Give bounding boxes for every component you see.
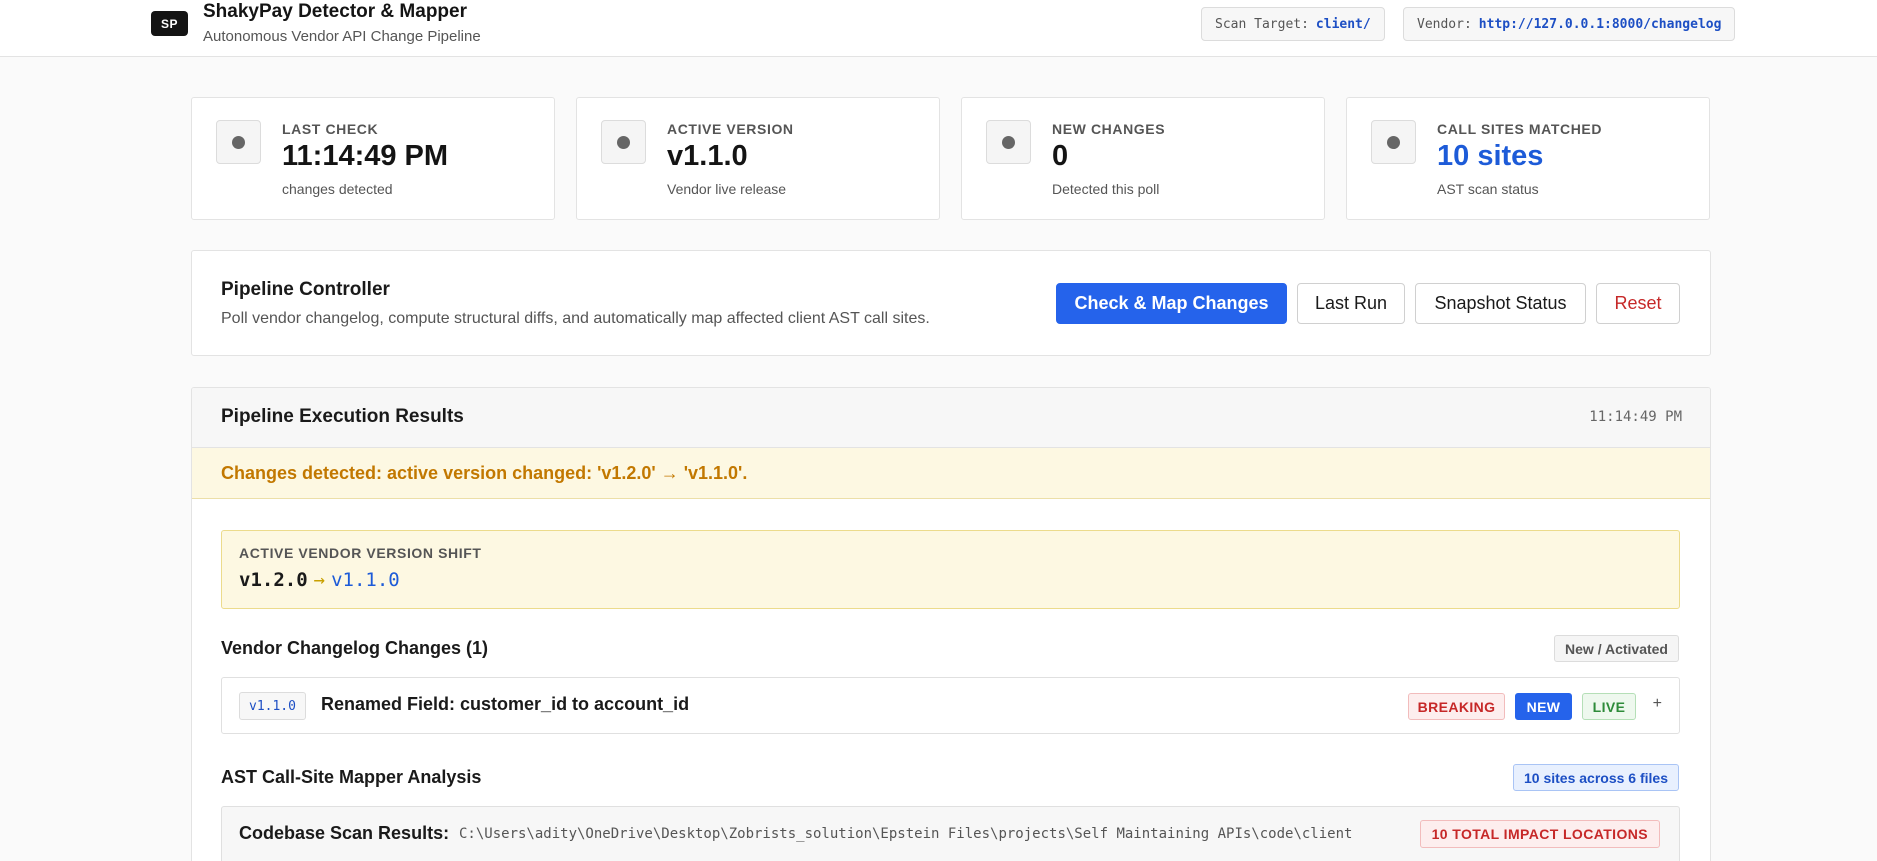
changes-detected-banner: Changes detected: active version changed… <box>192 448 1710 499</box>
top-header: SP ShakyPay Detector & Mapper Autonomous… <box>0 0 1877 57</box>
stat-sub: changes detected <box>282 181 393 197</box>
live-badge: LIVE <box>1582 693 1636 720</box>
change-version-chip: v1.1.0 <box>239 692 306 720</box>
stat-label: NEW CHANGES <box>1052 121 1166 137</box>
expand-plus-icon[interactable]: + <box>1653 695 1662 713</box>
changelog-section-title: Vendor Changelog Changes (1) <box>221 638 489 658</box>
stat-value: 11:14:49 PM <box>282 140 449 172</box>
vendor-label: Vendor: <box>1417 16 1472 32</box>
mapper-section-title: AST Call-Site Mapper Analysis <box>221 767 482 787</box>
version-shift-values: v1.2.0 → v1.1.0 <box>239 569 400 591</box>
app-logo: SP <box>151 11 188 36</box>
reset-button[interactable]: Reset <box>1596 283 1680 324</box>
stat-value: v1.1.0 <box>667 140 748 172</box>
last-run-button[interactable]: Last Run <box>1297 283 1405 324</box>
results-header: Pipeline Execution Results 11:14:49 PM <box>192 388 1710 448</box>
vendor-pill: Vendor: http://127.0.0.1:8000/changelog <box>1403 7 1736 41</box>
scan-target-label: Scan Target: <box>1215 16 1309 32</box>
stat-label: ACTIVE VERSION <box>667 121 794 137</box>
impact-locations-badge: 10 TOTAL IMPACT LOCATIONS <box>1419 820 1660 848</box>
status-dot-icon <box>601 120 646 164</box>
version-from: v1.2.0 <box>239 569 308 591</box>
controller-title: Pipeline Controller <box>221 279 390 300</box>
status-dot-icon <box>216 120 261 164</box>
stat-card-call-sites: CALL SITES MATCHED 10 sites AST scan sta… <box>1346 97 1710 220</box>
changelog-item[interactable]: v1.1.0 Renamed Field: customer_id to acc… <box>221 677 1680 734</box>
pipeline-controller-panel: Pipeline Controller Poll vendor changelo… <box>191 250 1711 356</box>
codebase-scan-row: Codebase Scan Results: C:\Users\adity\On… <box>221 806 1680 861</box>
stat-label: LAST CHECK <box>282 121 379 137</box>
scan-target-value: client/ <box>1315 16 1371 32</box>
vendor-url-link[interactable]: http://127.0.0.1:8000/changelog <box>1479 17 1722 32</box>
arrow-right-icon: → <box>313 569 326 591</box>
version-shift-label: ACTIVE VENDOR VERSION SHIFT <box>239 545 482 561</box>
stat-card-new-changes: NEW CHANGES 0 Detected this poll <box>961 97 1325 220</box>
stat-card-active-version: ACTIVE VERSION v1.1.0 Vendor live releas… <box>576 97 940 220</box>
new-badge: NEW <box>1515 693 1572 720</box>
breaking-badge: BREAKING <box>1408 693 1505 720</box>
changelog-filter-tag: New / Activated <box>1554 635 1679 662</box>
scan-target-pill: Scan Target: client/ <box>1201 7 1385 41</box>
scan-results-label: Codebase Scan Results: <box>239 823 450 843</box>
status-dot-icon <box>1371 120 1416 164</box>
version-to: v1.1.0 <box>331 569 400 591</box>
version-shift-box: ACTIVE VENDOR VERSION SHIFT v1.2.0 → v1.1.… <box>221 530 1680 609</box>
results-title: Pipeline Execution Results <box>221 406 464 427</box>
stat-sub: AST scan status <box>1437 181 1539 197</box>
stat-label: CALL SITES MATCHED <box>1437 121 1603 137</box>
stat-sub: Detected this poll <box>1052 181 1160 197</box>
scan-path: C:\Users\adity\OneDrive\Desktop\Zobrists… <box>459 826 1353 842</box>
results-timestamp: 11:14:49 PM <box>1589 409 1682 425</box>
snapshot-status-button[interactable]: Snapshot Status <box>1415 283 1586 324</box>
check-map-changes-button[interactable]: Check & Map Changes <box>1056 283 1287 324</box>
app-title: ShakyPay Detector & Mapper <box>203 1 467 22</box>
stat-value: 0 <box>1052 140 1069 172</box>
stat-card-last-check: LAST CHECK 11:14:49 PM changes detected <box>191 97 555 220</box>
mapper-sites-tag: 10 sites across 6 files <box>1513 764 1679 791</box>
status-dot-icon <box>986 120 1031 164</box>
pipeline-results-panel: Pipeline Execution Results 11:14:49 PM C… <box>191 387 1711 861</box>
stat-sub: Vendor live release <box>667 181 787 197</box>
stat-value: 10 sites <box>1437 140 1544 172</box>
app-subtitle: Autonomous Vendor API Change Pipeline <box>203 28 481 45</box>
controller-description: Poll vendor changelog, compute structura… <box>221 310 930 327</box>
change-title: Renamed Field: customer_id to account_id <box>321 694 690 714</box>
banner-text: Changes detected: active version changed… <box>221 463 748 483</box>
